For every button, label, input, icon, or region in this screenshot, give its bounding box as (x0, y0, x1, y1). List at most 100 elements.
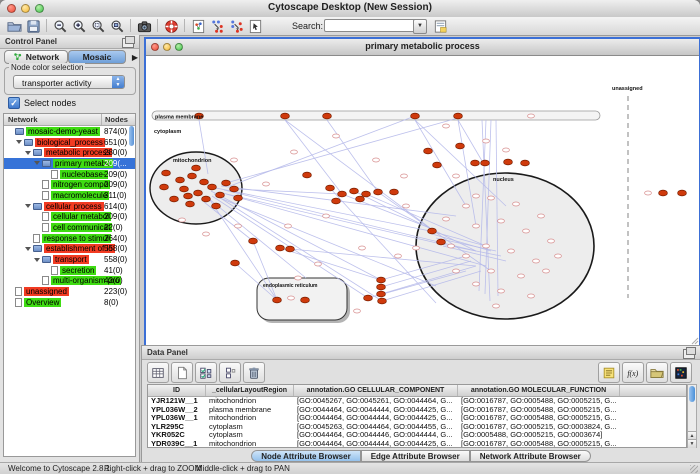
tree-column-network[interactable]: Network (8, 115, 38, 124)
table-cell[interactable]: [GO:0016787, GO:0005488, GO:0005215, G..… (458, 440, 620, 448)
new-doc-button[interactable] (171, 362, 193, 383)
search-input[interactable] (324, 19, 416, 32)
table-cell[interactable]: cytoplasm (206, 431, 294, 440)
tab-node-attribute-browser[interactable]: Node Attribute Browser (251, 450, 361, 462)
trash-button[interactable] (243, 362, 265, 383)
unselect-attrs-button[interactable] (219, 362, 241, 383)
tab-network[interactable]: Network (4, 50, 68, 64)
tree-row-establishment-of-lo[interactable]: establishment of lo558(0) (4, 244, 135, 255)
table-row-ykr052c[interactable]: YKR052Ccytoplasm[GO:0044464, GO:0044446,… (148, 431, 686, 440)
tab-mosaic[interactable]: Mosaic (68, 50, 126, 64)
column-header-cellular-component[interactable]: annotation.GO CELLULAR_COMPONENT (294, 385, 458, 396)
formula-button[interactable]: f(x) (622, 362, 644, 383)
zoom-region-button[interactable] (90, 18, 107, 34)
table-row-ypl036w__2[interactable]: YPL036W__2plasma membrane[GO:0044464, GO… (148, 406, 686, 415)
table-cell[interactable]: YPL036W__2 (148, 406, 206, 415)
tab-edge-attribute-browser[interactable]: Edge Attribute Browser (361, 450, 470, 462)
table-cell[interactable]: [GO:0016787, GO:0005488, GO:0005215, G..… (458, 406, 620, 415)
table-cell[interactable]: [GO:0044464, GO:0044444, GO:0044425, G..… (294, 406, 458, 415)
scroll-down-icon[interactable]: ▼ (688, 439, 696, 448)
table-cell[interactable]: YPL036W__1 (148, 414, 206, 423)
tree-scrollbar[interactable] (129, 126, 134, 146)
layout-b-button[interactable] (228, 18, 245, 34)
table-cell[interactable]: [GO:0016787, GO:0005215, GO:0003824, G..… (458, 423, 620, 432)
table-cell[interactable]: cytoplasm (206, 423, 294, 432)
tree-row-overview[interactable]: Overview8(0) (4, 297, 135, 308)
tree-row-nitrogen-compo[interactable]: nitrogen compo209(0) (4, 179, 135, 190)
table-cell[interactable]: [GO:0044464, GO:0044446, GO:0044444, G..… (294, 431, 458, 440)
table-cell[interactable]: [GO:0016787, GO:0005488, GO:0005215, G..… (458, 397, 620, 406)
select-stepper-icon[interactable]: ▲▼ (112, 76, 124, 88)
table-cell[interactable]: YKR052C (148, 431, 206, 440)
table-cell[interactable]: mitochondrion (206, 440, 294, 448)
table-cell[interactable]: [GO:0044464, GO:0044444, GO:0044425, G..… (294, 440, 458, 448)
select-doc-button[interactable] (247, 18, 264, 34)
tree-row-multi-organism-pro[interactable]: multi-organism pro42(0) (4, 276, 135, 287)
tree-row-transport[interactable]: transport558(0) (4, 254, 135, 265)
column-header-region[interactable]: _cellularLayoutRegion (206, 385, 294, 396)
open-folder-button[interactable] (6, 18, 23, 34)
table-cell[interactable]: mitochondrion (206, 414, 294, 423)
network-doc-button[interactable] (190, 18, 207, 34)
notes-button[interactable] (598, 362, 620, 383)
table-cell[interactable]: plasma membrane (206, 406, 294, 415)
tree-row-macromolecule[interactable]: macromolecule311(0) (4, 190, 135, 201)
table-row-ylr295c[interactable]: YLR295Ccytoplasm[GO:0045263, GO:0044464,… (148, 423, 686, 432)
table-row-ydr039c__1[interactable]: YDR039C__1mitochondrion[GO:0044464, GO:0… (148, 440, 686, 448)
camera-button[interactable] (136, 18, 153, 34)
table-row-ypl036w__1[interactable]: YPL036W__1mitochondrion[GO:0044464, GO:0… (148, 414, 686, 423)
zoom-in-button[interactable] (71, 18, 88, 34)
node-color-select[interactable]: transporter activity ▲▼ (13, 75, 125, 89)
tree-row-biological-process[interactable]: biological_process651(0) (4, 137, 135, 148)
expand-arrow-icon[interactable] (25, 204, 31, 208)
network-canvas[interactable]: plasma membranecytoplasmmitochondrionnuc… (146, 56, 699, 347)
tree-row-unassigned[interactable]: unassigned223(0) (4, 286, 135, 297)
expand-arrow-icon[interactable] (16, 140, 22, 144)
layout-a-button[interactable] (209, 18, 226, 34)
network-tree-header[interactable]: Network Nodes (4, 114, 135, 126)
tab-overflow-arrow-icon[interactable]: ▶ (132, 53, 138, 62)
scrollbar-thumb[interactable] (689, 386, 695, 402)
help-button[interactable] (163, 18, 180, 34)
tree-row-response-to-stimul[interactable]: response to stimul264(0) (4, 233, 135, 244)
matrix-button[interactable] (670, 362, 692, 383)
select-attrs-button[interactable] (195, 362, 217, 383)
table-button[interactable] (147, 362, 169, 383)
zoom-out-button[interactable] (52, 18, 69, 34)
column-header-id[interactable]: ID (148, 385, 206, 396)
search-options-chevron-icon[interactable]: ▼ (413, 19, 427, 34)
save-button[interactable] (25, 18, 42, 34)
table-cell[interactable]: mitochondrion (206, 397, 294, 406)
column-header-molecular-function[interactable]: annotation.GO MOLECULAR_FUNCTION (458, 385, 620, 396)
table-scrollbar[interactable]: ▲ ▼ (687, 384, 697, 448)
tree-column-nodes[interactable]: Nodes (105, 115, 128, 124)
tree-row-cellular-metabol[interactable]: cellular metabol209(0) (4, 212, 135, 223)
expand-arrow-icon[interactable] (34, 258, 40, 262)
table-cell[interactable]: [GO:0045267, GO:0045261, GO:0044464, G..… (294, 397, 458, 406)
expand-arrow-icon[interactable] (25, 151, 31, 155)
tree-row-metabolic-process[interactable]: metabolic process280(0) (4, 147, 135, 158)
tree-row-primary-metabo[interactable]: primary metabo209(... (4, 158, 135, 169)
table-cell[interactable]: [GO:0016787, GO:0005488, GO:0005215, G..… (458, 414, 620, 423)
tree-row-cellular-process[interactable]: cellular process614(0) (4, 201, 135, 212)
float-panel-icon[interactable] (122, 38, 134, 48)
tree-row-mosaic-demo-yeast[interactable]: mosaic-demo-yeast874(0) (4, 126, 135, 137)
tree-row-nucleobase-[interactable]: nucleobase-209(0) (4, 169, 135, 180)
expand-arrow-icon[interactable] (25, 247, 31, 251)
zoom-fit-button[interactable] (109, 18, 126, 34)
table-cell[interactable]: YJR121W__1 (148, 397, 206, 406)
float-panel-icon[interactable] (683, 349, 695, 359)
tree-row-secretion[interactable]: secretion41(0) (4, 265, 135, 276)
table-cell[interactable]: [GO:0045263, GO:0044464, GO:0044455, G..… (294, 423, 458, 432)
resize-grip-icon[interactable] (690, 465, 698, 473)
expand-arrow-icon[interactable] (34, 161, 40, 165)
table-cell[interactable]: YLR295C (148, 423, 206, 432)
select-nodes-checkbox[interactable]: ✓ (8, 97, 20, 109)
table-cell[interactable]: YDR039C__1 (148, 440, 206, 448)
import-button[interactable] (646, 362, 668, 383)
tree-row-cell-communicat[interactable]: cell communicat22(0) (4, 222, 135, 233)
network-view-titlebar[interactable]: primary metabolic process (146, 39, 699, 56)
annotation-button[interactable] (432, 18, 449, 34)
table-cell[interactable]: [GO:0005488, GO:0005215, GO:0003674] (458, 431, 620, 440)
tab-network-attribute-browser[interactable]: Network Attribute Browser (470, 450, 591, 462)
